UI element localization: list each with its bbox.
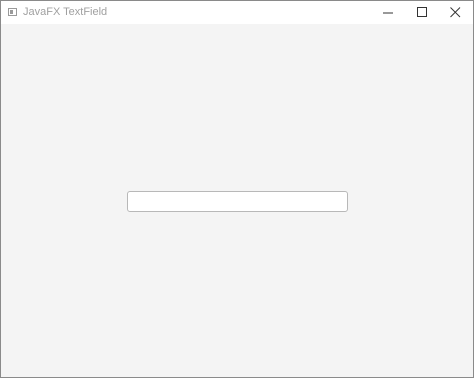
maximize-button[interactable] — [406, 1, 440, 24]
app-icon — [8, 8, 17, 16]
close-button[interactable] — [439, 1, 473, 24]
title-bar[interactable]: JavaFX TextField — [1, 1, 473, 24]
text-field[interactable] — [127, 191, 348, 212]
content-area — [1, 24, 473, 377]
close-icon — [450, 7, 461, 18]
app-window: JavaFX TextField — [0, 0, 474, 378]
window-title: JavaFX TextField — [23, 6, 108, 18]
minimize-button[interactable] — [372, 1, 406, 24]
minimize-icon — [383, 12, 393, 14]
maximize-icon — [417, 7, 427, 17]
